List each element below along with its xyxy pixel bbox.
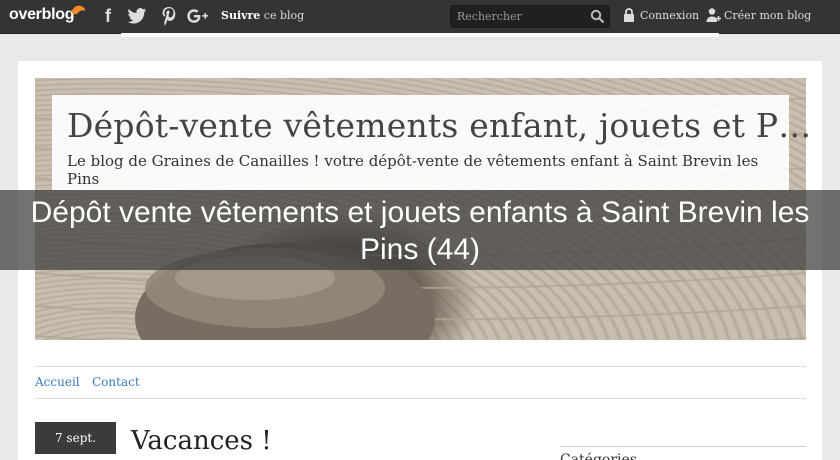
lock-icon bbox=[624, 8, 634, 22]
search-input[interactable] bbox=[451, 6, 593, 27]
sidebar-divider bbox=[560, 446, 806, 447]
google-plus-icon[interactable] bbox=[186, 6, 210, 26]
post-title[interactable]: Vacances ! bbox=[131, 426, 272, 456]
twitter-icon[interactable] bbox=[126, 6, 148, 26]
page-title-overlay-text: Dépôt vente vêtements et jouets enfants … bbox=[30, 196, 810, 266]
follow-blog-link[interactable]: Suivre ce blog bbox=[221, 9, 304, 22]
create-blog-link[interactable]: Créer mon blog bbox=[706, 8, 812, 22]
overblog-logo[interactable]: overblog bbox=[9, 5, 85, 28]
nav-item-accueil[interactable]: Accueil bbox=[35, 375, 80, 389]
blog-description: Le blog de Graines de Canailles ! votre … bbox=[67, 152, 759, 188]
logo-text: overblog bbox=[9, 6, 75, 23]
login-label: Connexion bbox=[640, 9, 700, 22]
pinterest-icon[interactable] bbox=[160, 6, 178, 26]
search-icon[interactable] bbox=[590, 9, 605, 24]
login-link[interactable]: Connexion bbox=[622, 8, 700, 22]
create-label: Créer mon blog bbox=[724, 9, 812, 22]
topbar-strip bbox=[121, 33, 719, 37]
follow-rest: ce blog bbox=[260, 9, 305, 22]
facebook-icon[interactable]: f bbox=[100, 6, 116, 26]
add-user-icon bbox=[706, 8, 721, 22]
post-date-badge: 7 sept. bbox=[35, 422, 116, 454]
nav-item-contact[interactable]: Contact bbox=[92, 375, 140, 389]
main-nav: Accueil Contact bbox=[35, 366, 806, 399]
overblog-topbar: overblog f Suivre ce blog Connexion bbox=[0, 0, 840, 34]
logo-bird-icon bbox=[71, 5, 85, 15]
follow-bold: Suivre bbox=[221, 9, 261, 22]
search-box bbox=[450, 5, 610, 28]
sidebar-heading-partial: Catégories bbox=[560, 452, 637, 460]
blog-title[interactable]: Dépôt-vente vêtements enfant, jouets et … bbox=[67, 106, 811, 145]
